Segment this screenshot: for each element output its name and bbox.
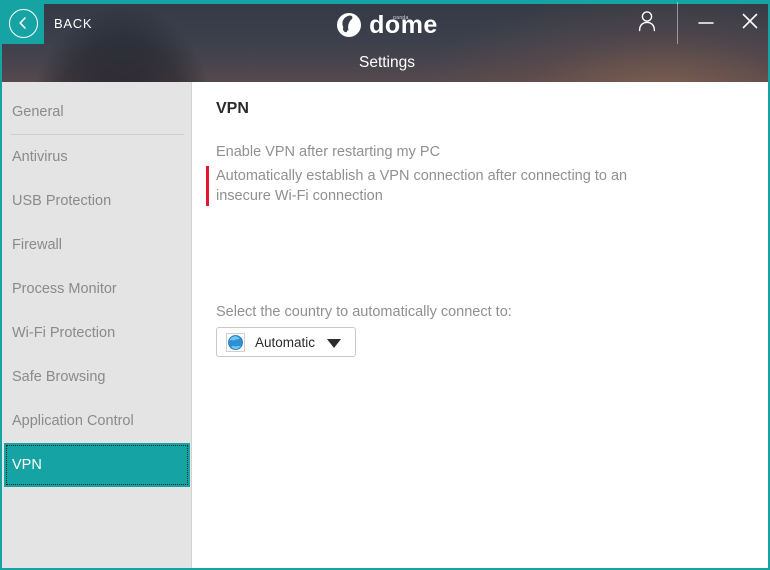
sidebar-item-wifi-protection[interactable]: Wi-Fi Protection [2, 311, 191, 355]
sidebar-item-general[interactable]: General [2, 90, 191, 134]
settings-sidebar: General Antivirus USB Protection Firewal… [2, 82, 192, 568]
settings-content-panel: VPN Enable VPN after restarting my PC Au… [192, 82, 768, 568]
back-button-label: BACK [54, 16, 93, 31]
content-title: VPN [216, 100, 249, 117]
setting-row-auto-connect-insecure-wifi: Automatically establish a VPN connection… [206, 166, 746, 206]
window-controls-separator [677, 2, 678, 44]
body: General Antivirus USB Protection Firewal… [2, 82, 768, 568]
close-button[interactable] [728, 2, 768, 44]
title-bar: BACK panda dome Settings [2, 2, 768, 82]
settings-header-bar: Settings [2, 44, 768, 82]
sidebar-item-vpn[interactable]: VPN [4, 443, 190, 487]
caret-down-icon [327, 339, 341, 348]
row-accent-bar-alert [206, 166, 209, 206]
country-selector-dropdown[interactable]: Automatic [216, 327, 356, 357]
country-selector-label: Select the country to automatically conn… [216, 304, 512, 320]
sidebar-item-application-control[interactable]: Application Control [2, 399, 191, 443]
app-window: BACK panda dome Settings General Antivir… [0, 0, 770, 570]
globe-icon [226, 332, 245, 352]
page-title: Settings [358, 54, 415, 71]
minimize-icon [697, 14, 715, 32]
setting-label-enable-vpn-after-restart: Enable VPN after restarting my PC [216, 144, 441, 160]
back-button[interactable] [2, 2, 44, 44]
window-controls [625, 2, 768, 44]
setting-row-enable-vpn-after-restart: Enable VPN after restarting my PC [206, 142, 746, 162]
account-button[interactable] [625, 2, 669, 44]
minimize-button[interactable] [684, 2, 728, 44]
user-icon [637, 10, 657, 37]
sidebar-item-usb-protection[interactable]: USB Protection [2, 179, 191, 223]
sidebar-item-safe-browsing[interactable]: Safe Browsing [2, 355, 191, 399]
chevron-left-icon [8, 8, 38, 38]
row-accent-bar [206, 142, 209, 162]
sidebar-item-process-monitor[interactable]: Process Monitor [2, 267, 191, 311]
setting-label-auto-connect-insecure-wifi: Automatically establish a VPN connection… [216, 168, 628, 204]
close-icon [741, 12, 759, 35]
sidebar-item-firewall[interactable]: Firewall [2, 223, 191, 267]
sidebar-item-antivirus[interactable]: Antivirus [2, 135, 191, 179]
country-selector-value: Automatic [255, 334, 316, 350]
